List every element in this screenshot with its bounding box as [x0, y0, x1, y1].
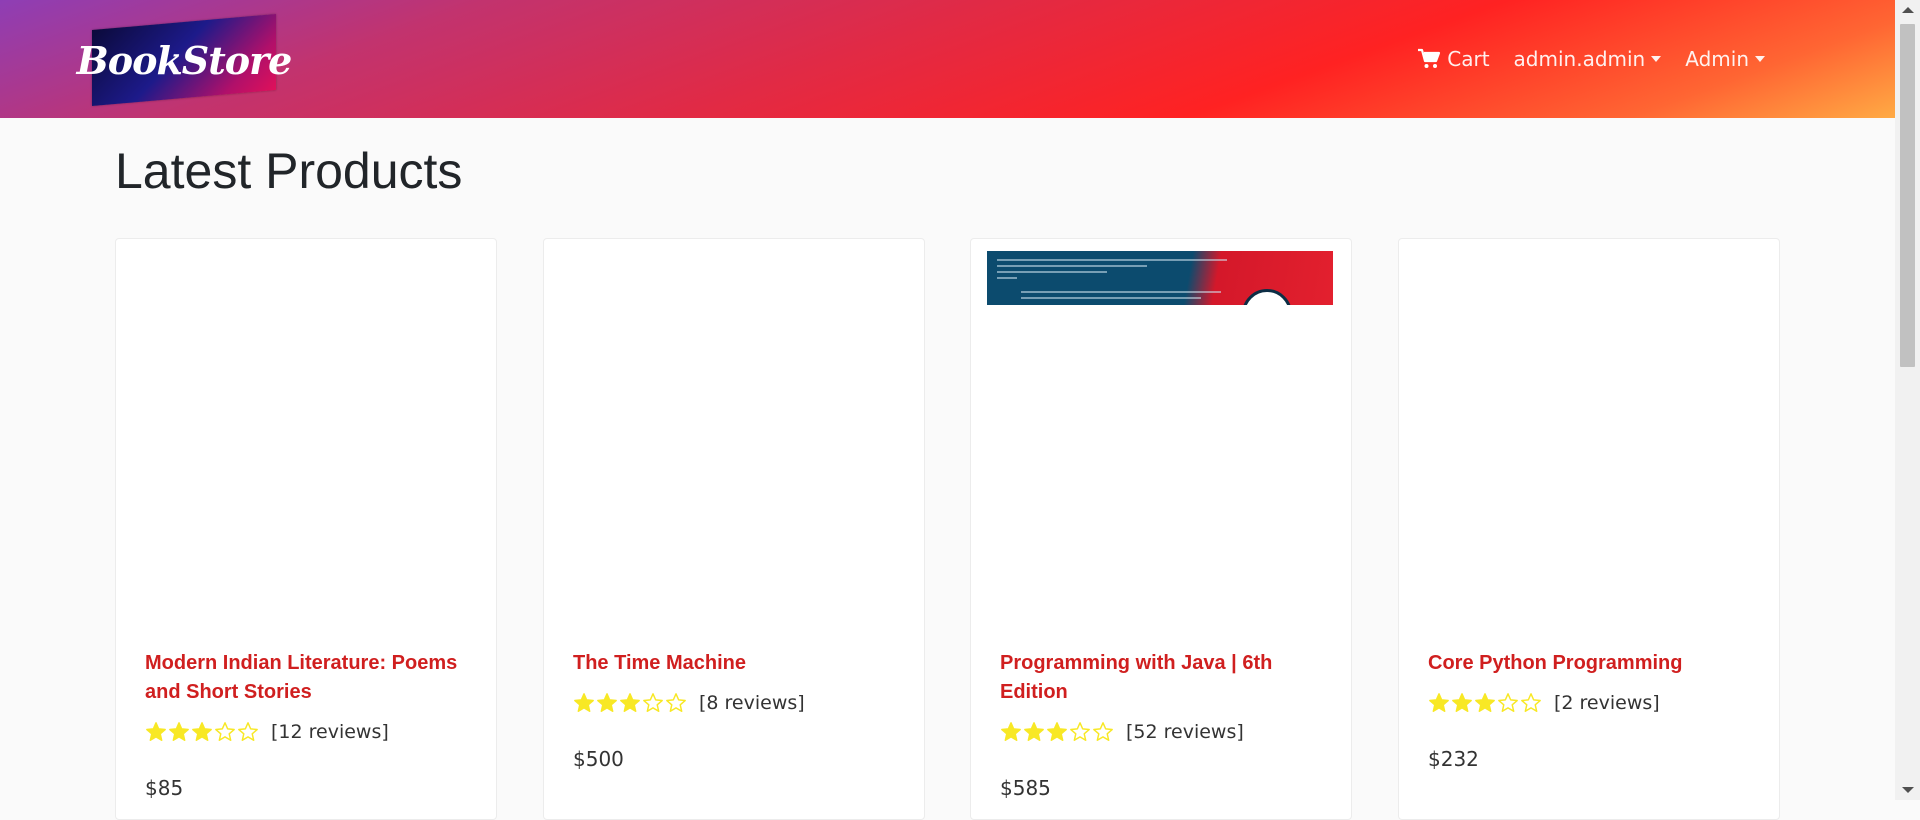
product-title[interactable]: The Time Machine [573, 649, 893, 678]
star-filled-icon [1024, 722, 1044, 741]
product-card: The Time Machine [8 reviews] $500 [543, 238, 925, 820]
scroll-thumb[interactable] [1900, 24, 1915, 367]
product-image[interactable] [560, 251, 906, 305]
edition-badge-icon [1242, 289, 1292, 305]
review-count: [52 reviews] [1126, 721, 1244, 743]
product-rating: [2 reviews] [1428, 692, 1660, 714]
chevron-down-icon [1755, 56, 1765, 62]
star-empty-icon [1498, 693, 1518, 712]
admin-menu-label: Admin [1685, 47, 1749, 71]
star-filled-icon [1429, 693, 1449, 712]
navbar: BookStore Cart admin.admin Admin [0, 0, 1895, 118]
user-menu-label: admin.admin [1513, 47, 1646, 71]
star-filled-icon [192, 722, 212, 741]
product-title[interactable]: Modern Indian Literature: Poems and Shor… [145, 649, 465, 707]
page-title: Latest Products [115, 143, 463, 199]
user-dropdown[interactable]: admin.admin [1514, 47, 1662, 71]
star-filled-icon [1001, 722, 1021, 741]
product-card: Programming with Java | 6th Edition [52 … [970, 238, 1352, 820]
star-empty-icon [1093, 722, 1113, 741]
star-filled-icon [169, 722, 189, 741]
review-count: [2 reviews] [1554, 692, 1660, 714]
star-empty-icon [215, 722, 235, 741]
cart-label: Cart [1447, 47, 1490, 71]
logo-text: BookStore [76, 37, 292, 83]
star-filled-icon [146, 722, 166, 741]
product-price: $500 [573, 747, 624, 771]
vertical-scrollbar[interactable] [1895, 0, 1920, 800]
review-count: [12 reviews] [271, 721, 389, 743]
nav-links: Cart admin.admin Admin [1417, 44, 1765, 74]
star-filled-icon [620, 693, 640, 712]
product-rating: [8 reviews] [573, 692, 805, 714]
star-empty-icon [238, 722, 258, 741]
rating-stars [573, 692, 687, 714]
star-filled-icon [1047, 722, 1067, 741]
rating-stars [1428, 692, 1542, 714]
star-empty-icon [666, 693, 686, 712]
bookstore-logo[interactable]: BookStore [76, 13, 292, 107]
product-price: $232 [1428, 747, 1479, 771]
star-filled-icon [597, 693, 617, 712]
product-rating: [52 reviews] [1000, 721, 1244, 743]
scroll-down-arrow-icon[interactable] [1902, 787, 1914, 793]
product-rating: [12 reviews] [145, 721, 389, 743]
star-filled-icon [1452, 693, 1472, 712]
star-empty-icon [643, 693, 663, 712]
product-card: Core Python Programming [2 reviews] $232 [1398, 238, 1780, 820]
product-price: $85 [145, 776, 184, 800]
book-cover-image [987, 251, 1333, 305]
product-image[interactable] [132, 251, 478, 305]
product-image[interactable] [1415, 251, 1761, 305]
admin-dropdown[interactable]: Admin [1685, 47, 1765, 71]
product-card: Modern Indian Literature: Poems and Shor… [115, 238, 497, 820]
rating-stars [145, 721, 259, 743]
chevron-down-icon [1651, 56, 1662, 62]
star-empty-icon [1070, 722, 1090, 741]
product-title[interactable]: Programming with Java | 6th Edition [1000, 649, 1320, 707]
star-filled-icon [574, 693, 594, 712]
star-filled-icon [1475, 693, 1495, 712]
star-empty-icon [1521, 693, 1541, 712]
scroll-up-arrow-icon[interactable] [1902, 7, 1914, 13]
product-image[interactable] [987, 251, 1333, 305]
review-count: [8 reviews] [699, 692, 805, 714]
cart-link[interactable]: Cart [1417, 47, 1490, 71]
product-title[interactable]: Core Python Programming [1428, 649, 1748, 678]
shopping-cart-icon [1417, 48, 1441, 70]
product-price: $585 [1000, 776, 1051, 800]
rating-stars [1000, 721, 1114, 743]
